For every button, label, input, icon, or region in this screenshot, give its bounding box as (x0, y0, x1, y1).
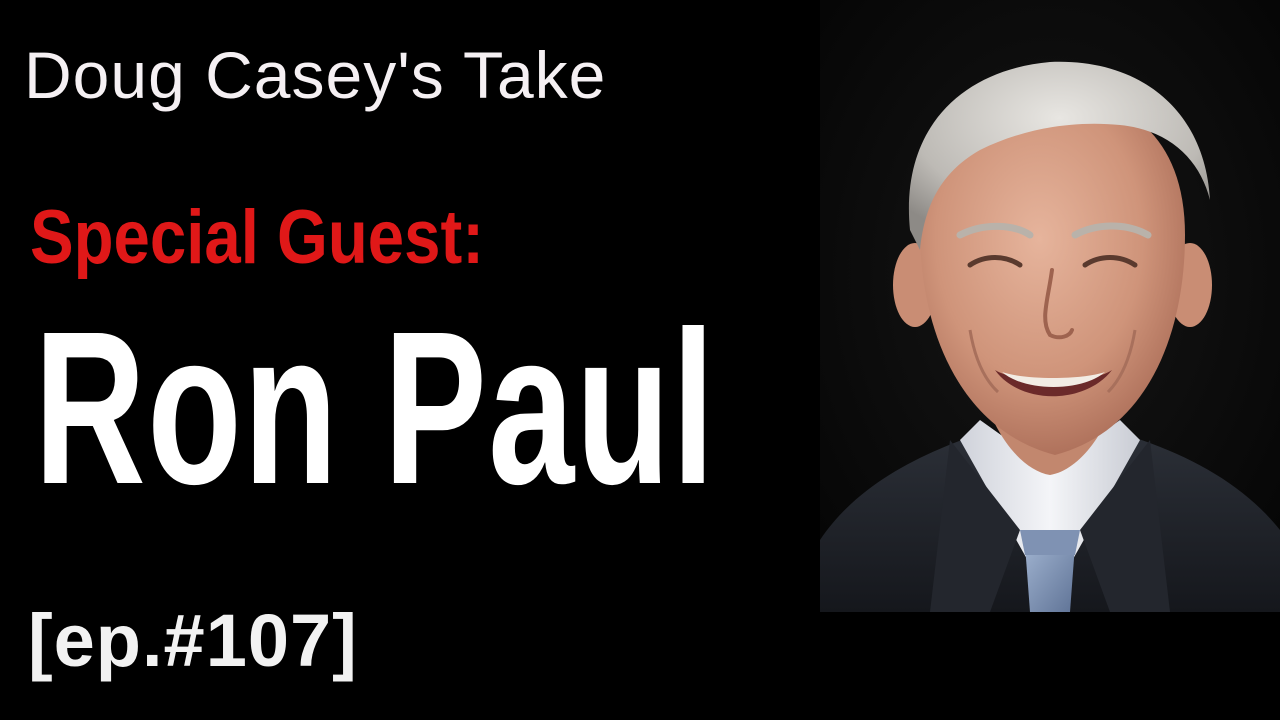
guest-photo (820, 0, 1280, 612)
thumbnail-canvas: Doug Casey's Take Special Guest: Ron Pau… (0, 0, 1280, 720)
episode-number: [ep.#107] (28, 599, 358, 682)
guest-name: Ron Paul (34, 287, 717, 530)
special-guest-label: Special Guest: (30, 195, 485, 280)
guest-portrait-illustration (820, 0, 1280, 612)
show-title: Doug Casey's Take (24, 38, 607, 112)
